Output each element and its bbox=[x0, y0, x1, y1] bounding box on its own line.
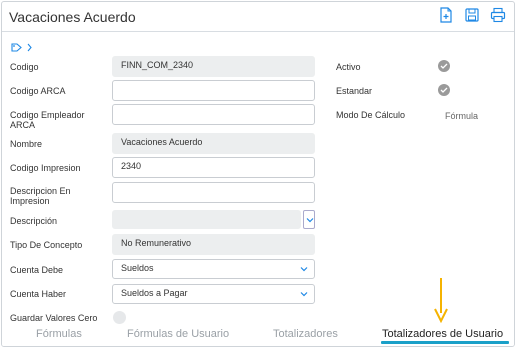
codigo-arca-input[interactable] bbox=[112, 80, 315, 101]
form-window: Vacaciones Acuerdo Codigo FINN_COM_2340 … bbox=[1, 1, 515, 347]
active-tab-indicator bbox=[381, 341, 509, 344]
cuenta-haber-value: Sueldos a Pagar bbox=[121, 288, 188, 298]
descripcion-impresion-label: Descripcion En Impresion bbox=[10, 186, 71, 206]
header-toolbar bbox=[438, 7, 506, 23]
guardar-valores-cero-label: Guardar Valores Cero bbox=[10, 313, 98, 323]
cuenta-debe-value: Sueldos bbox=[121, 263, 154, 273]
estandar-label: Estandar bbox=[336, 86, 373, 96]
chevron-down-icon bbox=[306, 218, 314, 223]
modo-calculo-value: Fórmula bbox=[445, 111, 479, 121]
tipo-concepto-field: No Remunerativo bbox=[112, 234, 315, 255]
tab-formulas[interactable]: Fórmulas bbox=[36, 328, 82, 340]
nombre-label: Nombre bbox=[10, 139, 43, 149]
tab-totalizadores[interactable]: Totalizadores bbox=[273, 328, 338, 340]
descripcion-label: Descripción bbox=[10, 216, 58, 226]
print-icon[interactable] bbox=[490, 7, 506, 23]
cuenta-debe-select[interactable]: Sueldos bbox=[112, 259, 315, 279]
activo-label: Activo bbox=[336, 62, 361, 72]
chevron-down-icon bbox=[300, 292, 308, 297]
codigo-arca-label: Codigo ARCA bbox=[10, 86, 66, 96]
save-icon[interactable] bbox=[464, 7, 480, 23]
nombre-field: Vacaciones Acuerdo bbox=[112, 133, 315, 154]
codigo-field: FINN_COM_2340 bbox=[112, 56, 315, 77]
activo-check-icon[interactable] bbox=[438, 60, 450, 72]
modo-calculo-label: Modo De Cálculo bbox=[336, 110, 406, 120]
cuenta-haber-label: Cuenta Haber bbox=[10, 289, 67, 299]
chevron-right-icon[interactable] bbox=[27, 43, 32, 55]
codigo-impresion-label: Codigo Impresion bbox=[10, 163, 81, 173]
annotation-arrow-icon bbox=[434, 278, 448, 323]
page-title: Vacaciones Acuerdo bbox=[9, 9, 136, 25]
codigo-label: Codigo bbox=[10, 62, 39, 72]
descripcion-impresion-input[interactable] bbox=[112, 182, 315, 203]
tag-icon[interactable] bbox=[11, 43, 22, 55]
estandar-check-icon[interactable] bbox=[438, 84, 450, 96]
chevron-down-icon bbox=[300, 267, 308, 272]
tab-formulas-usuario[interactable]: Fórmulas de Usuario bbox=[127, 328, 229, 340]
cuenta-debe-label: Cuenta Debe bbox=[10, 265, 64, 275]
cuenta-haber-select[interactable]: Sueldos a Pagar bbox=[112, 284, 315, 304]
descripcion-select[interactable] bbox=[112, 210, 301, 229]
tipo-concepto-label: Tipo De Concepto bbox=[10, 240, 83, 250]
tag-row bbox=[11, 43, 32, 55]
codigo-impresion-input[interactable]: 2340 bbox=[112, 157, 315, 178]
codigo-empleador-input[interactable] bbox=[112, 104, 315, 125]
tab-totalizadores-usuario[interactable]: Totalizadores de Usuario bbox=[382, 328, 503, 340]
descripcion-dropdown-button[interactable] bbox=[303, 210, 315, 229]
guardar-valores-cero-toggle[interactable] bbox=[113, 311, 126, 324]
new-document-icon[interactable] bbox=[438, 7, 454, 23]
header-bar: Vacaciones Acuerdo bbox=[2, 2, 514, 32]
codigo-empleador-label: Codigo Empleador ARCA bbox=[10, 110, 85, 130]
